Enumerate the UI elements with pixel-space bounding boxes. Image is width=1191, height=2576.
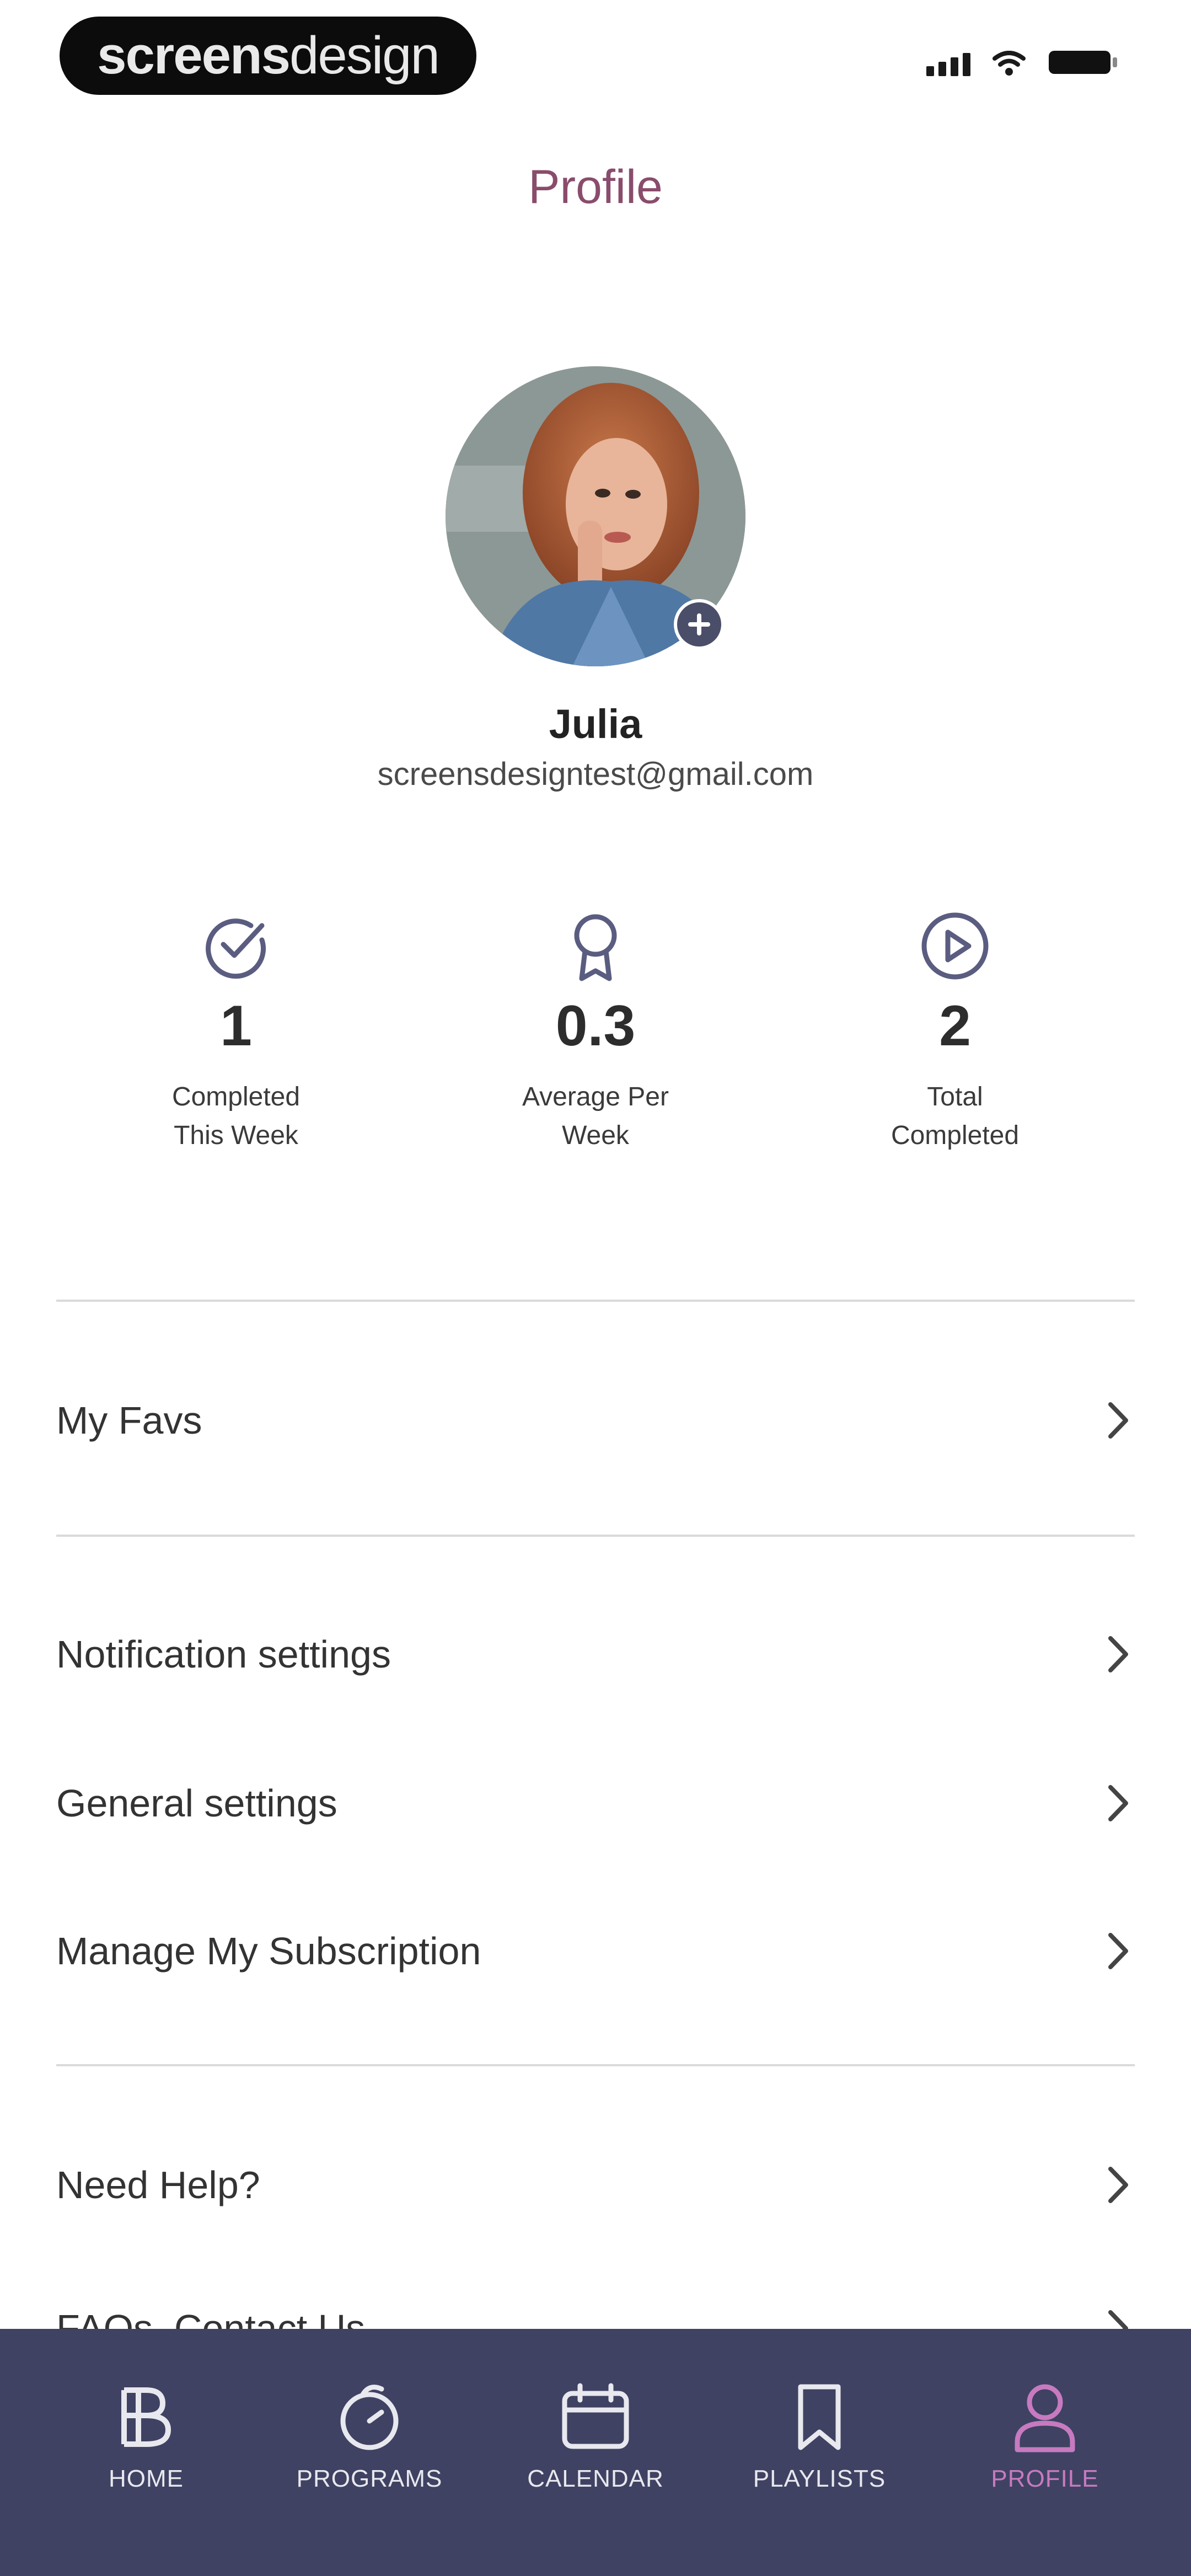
chevron-right-icon bbox=[1102, 1929, 1135, 1973]
brand-text-light: design bbox=[289, 26, 440, 85]
stat-completed-this-week: 1 Completed This Week bbox=[93, 910, 379, 1155]
stat-value: 0.3 bbox=[555, 994, 636, 1058]
menu-label: Manage My Subscription bbox=[56, 1930, 481, 1973]
menu-label: Notification settings bbox=[56, 1633, 391, 1676]
bookmark-icon bbox=[798, 2384, 841, 2450]
brand-badge: screens design bbox=[60, 17, 476, 95]
stat-label: Average Per Week bbox=[522, 1082, 669, 1150]
page-title: Profile bbox=[528, 161, 663, 213]
chevron-right-icon bbox=[1102, 1632, 1135, 1676]
brand-text-bold: screens bbox=[97, 26, 291, 85]
tab-programs[interactable]: PROGRAMS bbox=[287, 2381, 452, 2493]
stat-value: 1 bbox=[220, 994, 252, 1058]
stat-average-per-week: 0.3 Average Per Week bbox=[452, 910, 739, 1155]
status-bar: screens design bbox=[0, 0, 1191, 116]
programs-icon bbox=[340, 2385, 399, 2450]
tab-bar: HOME PROGRAMS CALENDAR PLAYLISTS PROFILE bbox=[0, 2329, 1191, 2576]
profile-screen: screens design Profile Julia screensdesi… bbox=[0, 0, 1191, 2576]
battery-icon bbox=[1049, 51, 1117, 74]
user-email: screensdesigntest@gmail.com bbox=[377, 756, 814, 792]
status-icons bbox=[926, 49, 1119, 76]
wifi-icon bbox=[993, 51, 1026, 76]
tab-label: PROGRAMS bbox=[296, 2465, 443, 2492]
check-circle-icon bbox=[206, 918, 266, 979]
menu-item-manage-subscription[interactable]: Manage My Subscription bbox=[56, 1910, 1135, 1992]
tab-label: PLAYLISTS bbox=[753, 2465, 886, 2492]
chevron-right-icon bbox=[1102, 1398, 1135, 1442]
stat-value: 2 bbox=[939, 994, 971, 1058]
menu-label: My Favs bbox=[56, 1399, 202, 1442]
tab-label: PROFILE bbox=[991, 2465, 1099, 2492]
chevron-right-icon bbox=[1102, 1781, 1135, 1825]
user-name: Julia bbox=[549, 701, 642, 747]
menu-label: Need Help? bbox=[56, 2163, 260, 2206]
home-logo-icon bbox=[121, 2387, 171, 2447]
stat-label: Total Completed bbox=[890, 1082, 1020, 1150]
user-icon bbox=[1015, 2384, 1075, 2452]
calendar-icon bbox=[562, 2383, 629, 2449]
menu-item-my-favs[interactable]: My Favs bbox=[56, 1379, 1135, 1462]
cellular-signal-icon bbox=[926, 53, 970, 76]
divider bbox=[56, 2064, 1135, 2066]
stat-total-completed: 2 Total Completed bbox=[812, 910, 1098, 1155]
divider bbox=[56, 1535, 1135, 1537]
tab-profile[interactable]: PROFILE bbox=[962, 2381, 1128, 2493]
plus-icon bbox=[688, 613, 710, 635]
play-circle-icon bbox=[921, 912, 989, 980]
tab-calendar[interactable]: CALENDAR bbox=[513, 2381, 678, 2493]
tab-label: HOME bbox=[109, 2465, 184, 2492]
tab-home[interactable]: HOME bbox=[63, 2381, 229, 2493]
award-ribbon-icon bbox=[574, 914, 617, 981]
divider bbox=[56, 1300, 1135, 1302]
tab-playlists[interactable]: PLAYLISTS bbox=[737, 2381, 902, 2493]
menu-item-general-settings[interactable]: General settings bbox=[56, 1762, 1135, 1845]
chevron-right-icon bbox=[1102, 2163, 1135, 2207]
stats-row: 1 Completed This Week 0.3 Average Per We… bbox=[0, 910, 1191, 1175]
tab-label: CALENDAR bbox=[527, 2465, 664, 2492]
stat-label: Completed This Week bbox=[171, 1082, 301, 1150]
avatar-edit-button[interactable] bbox=[674, 599, 725, 650]
menu-item-notification-settings[interactable]: Notification settings bbox=[56, 1613, 1135, 1696]
menu-item-need-help[interactable]: Need Help? bbox=[56, 2144, 1135, 2226]
menu-label: General settings bbox=[56, 1782, 337, 1825]
